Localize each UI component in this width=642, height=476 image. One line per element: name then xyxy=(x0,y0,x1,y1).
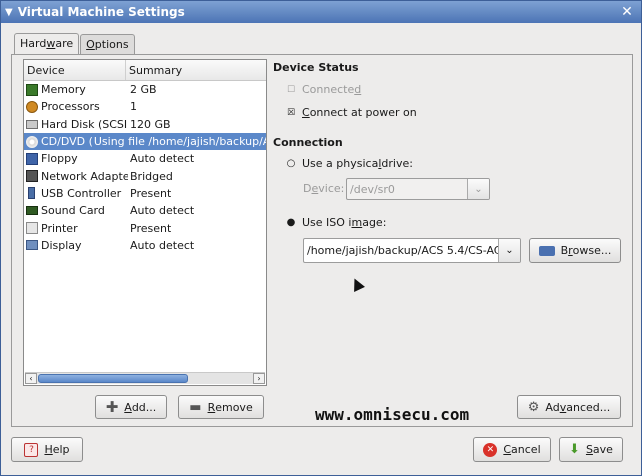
browse-button[interactable]: Br owse... xyxy=(529,238,621,263)
device-row-hard-disk[interactable]: Hard Disk (SCSI) 120 GB xyxy=(24,116,266,133)
device-status-heading: Device Status xyxy=(273,61,359,74)
device-row-usb-controller[interactable]: USB Controller Present xyxy=(24,185,266,202)
chevron-down-icon: ⌄ xyxy=(467,179,489,199)
connected-checkbox[interactable]: ☐ Connecte d xyxy=(285,83,361,96)
checkbox-unchecked-icon: ☐ xyxy=(286,84,296,95)
floppy-icon xyxy=(26,152,38,165)
device-row-printer[interactable]: Printer Present xyxy=(24,219,266,236)
network-adapter-icon xyxy=(26,170,38,183)
device-row-display[interactable]: Display Auto detect xyxy=(24,237,266,254)
gears-icon: ⚙ xyxy=(527,399,540,415)
cancel-button[interactable]: ✕ Cancel xyxy=(473,437,551,462)
physical-drive-select[interactable]: /dev/sr0 ⌄ xyxy=(346,178,490,200)
iso-image-radio[interactable]: ● Use ISO i m age: xyxy=(285,216,387,229)
device-list[interactable]: Device Summary Memory 2 GB Processors 1 … xyxy=(23,59,267,386)
radio-unselected-icon: ○ xyxy=(286,158,296,169)
memory-icon xyxy=(26,83,38,96)
advanced-button[interactable]: ⚙ Ad v anced... xyxy=(517,395,621,419)
device-row-network-adapter[interactable]: Network Adapter Bridged xyxy=(24,167,266,184)
title-bar[interactable]: ▼ Virtual Machine Settings ✕ xyxy=(1,1,641,23)
help-button[interactable]: ? Help xyxy=(11,437,83,462)
tab-hardware[interactable]: Hardware xyxy=(14,33,80,55)
radio-selected-icon: ● xyxy=(286,217,296,228)
device-row-cd-dvd[interactable]: CD/DVD (IDE) Using file /home/jajish/bac… xyxy=(24,132,266,151)
save-button[interactable]: ⬇ Save xyxy=(559,437,623,462)
device-list-scrollbar[interactable]: ‹ › xyxy=(25,372,265,384)
folder-icon xyxy=(538,245,555,256)
sound-card-icon xyxy=(26,206,38,216)
window-title: Virtual Machine Settings xyxy=(17,5,185,19)
cancel-icon: ✕ xyxy=(483,442,498,457)
scroll-right-icon[interactable]: › xyxy=(253,373,265,384)
tab-options[interactable]: Options xyxy=(80,34,135,54)
checkbox-checked-icon: ☒ xyxy=(286,107,296,118)
hard-disk-icon xyxy=(26,119,38,129)
usb-icon xyxy=(28,187,35,200)
tab-bar: Hardware Options xyxy=(14,32,136,55)
plus-icon: ✚ xyxy=(105,398,119,416)
display-icon xyxy=(26,240,38,251)
scrollbar-thumb[interactable] xyxy=(38,374,188,383)
device-row-sound-card[interactable]: Sound Card Auto detect xyxy=(24,202,266,219)
remove-device-button[interactable]: ▬ Remove xyxy=(178,395,264,419)
device-row-floppy[interactable]: Floppy Auto detect xyxy=(24,150,266,167)
minus-icon: ▬ xyxy=(189,399,202,415)
window-menu-icon[interactable]: ▼ xyxy=(5,7,13,18)
connection-heading: Connection xyxy=(273,136,343,149)
device-row-memory[interactable]: Memory 2 GB xyxy=(24,81,266,98)
processor-icon xyxy=(26,100,38,113)
scroll-left-icon[interactable]: ‹ xyxy=(25,373,37,384)
device-row-processors[interactable]: Processors 1 xyxy=(24,98,266,115)
save-icon: ⬇ xyxy=(569,442,580,457)
chevron-down-icon[interactable]: ⌄ xyxy=(498,239,520,262)
iso-path-combo[interactable]: /home/jajish/backup/ACS 5.4/CS-ACS5. ⌄ xyxy=(303,238,521,263)
device-label: De vice: xyxy=(303,182,345,195)
printer-icon xyxy=(26,222,38,235)
physical-drive-radio[interactable]: ○ Use a physica l drive: xyxy=(285,157,413,170)
help-icon: ? xyxy=(24,442,39,457)
close-icon[interactable]: ✕ xyxy=(619,4,635,20)
device-list-header: Device Summary xyxy=(24,60,266,81)
connect-at-power-on-checkbox[interactable]: ☒ Connect at power on xyxy=(285,106,417,119)
column-summary[interactable]: Summary xyxy=(126,60,182,80)
cd-dvd-icon xyxy=(26,135,38,148)
add-device-button[interactable]: ✚ Add... xyxy=(95,395,167,419)
vm-settings-window: ▼ Virtual Machine Settings ✕ Hardware Op… xyxy=(0,0,642,476)
column-device[interactable]: Device xyxy=(24,60,126,80)
watermark-text: www.omnisecu.com xyxy=(315,405,470,424)
